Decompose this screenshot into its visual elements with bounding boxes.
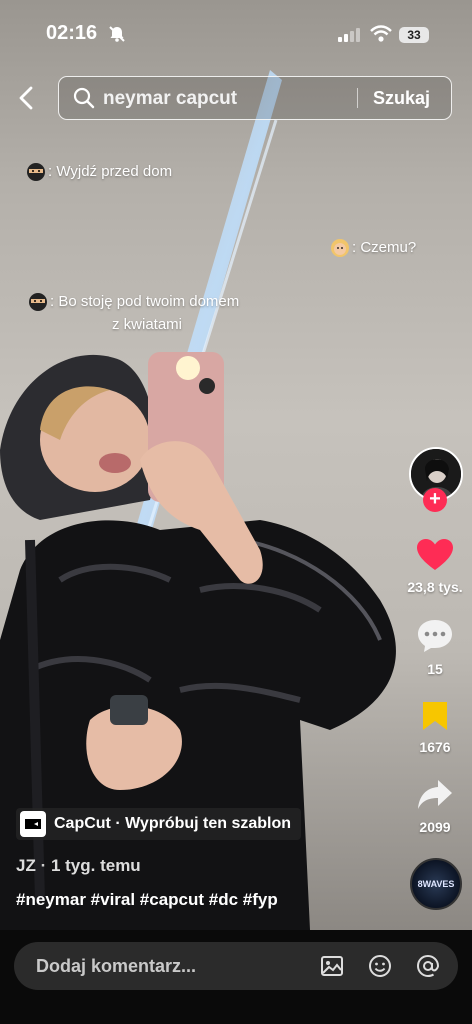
bell-muted-icon xyxy=(109,26,125,42)
save-action[interactable]: 1676 xyxy=(400,700,470,755)
hashtags[interactable]: #neymar #viral #capcut #dc #fyp xyxy=(16,890,278,910)
capcut-logo-icon xyxy=(20,811,46,837)
share-count: 2099 xyxy=(419,819,451,835)
chat-line-4: z kwiatami xyxy=(112,316,182,333)
chat-text: : Bo stoję pod twoim domem xyxy=(50,292,240,310)
search-icon xyxy=(73,87,95,109)
comment-input[interactable]: Dodaj komentarz... xyxy=(14,942,458,990)
ninja-emoji-icon xyxy=(29,293,47,311)
video-person xyxy=(0,352,396,930)
battery-indicator: 33 xyxy=(399,27,429,43)
signal-icon xyxy=(338,28,360,42)
clock: 02:16 xyxy=(46,22,98,44)
search-bar[interactable]: neymar capcut Szukaj xyxy=(58,76,452,120)
heart-icon xyxy=(417,539,453,570)
comment-count: 15 xyxy=(427,661,443,677)
comment-bar-container: Dodaj komentarz... xyxy=(0,930,472,1024)
search-query[interactable]: neymar capcut xyxy=(103,88,237,110)
comment-action[interactable]: 15 xyxy=(400,618,470,677)
chat-text: z kwiatami xyxy=(112,316,183,333)
share-arrow-icon xyxy=(418,780,452,809)
comment-placeholder: Dodaj komentarz... xyxy=(36,956,197,976)
girl-emoji-icon xyxy=(331,239,349,257)
music-disc[interactable]: 8WAVES xyxy=(410,858,462,910)
bookmark-icon xyxy=(423,702,447,730)
chat-line-1: : Wyjdź przed dom xyxy=(26,162,172,182)
like-action[interactable]: 23,8 tys. xyxy=(400,538,470,595)
chat-line-3: : Bo stoję pod twoim domem xyxy=(28,292,239,312)
status-bar: 02:16 33 xyxy=(0,0,472,70)
author-separator: · xyxy=(35,856,51,875)
follow-plus-button[interactable]: + xyxy=(423,488,447,512)
save-count: 1676 xyxy=(419,739,451,755)
comment-bubble-icon xyxy=(418,620,452,652)
share-action[interactable]: 2099 xyxy=(400,778,470,835)
capcut-template-badge[interactable]: CapCut · Wypróbuj ten szablon xyxy=(16,808,302,840)
chat-text: : Wyjdź przed dom xyxy=(48,162,173,180)
search-button[interactable]: Szukaj xyxy=(373,88,430,109)
ninja-emoji-icon xyxy=(27,163,45,181)
author-name[interactable]: JZ xyxy=(16,856,36,875)
like-count: 23,8 tys. xyxy=(407,579,463,595)
capcut-label: CapCut · Wypróbuj ten szablon xyxy=(54,815,292,832)
chat-line-2: : Czemu? xyxy=(330,238,416,258)
emoji-icon[interactable] xyxy=(368,954,392,978)
video-screen: 02:16 33 neymar capcut Szukaj: Wyjdź pr… xyxy=(0,0,472,1024)
music-disc-label: 8WAVES xyxy=(417,879,455,889)
image-icon[interactable] xyxy=(320,954,344,978)
chat-text: : Czemu? xyxy=(352,238,417,256)
post-time: 1 tyg. temu xyxy=(50,856,141,875)
mention-icon[interactable] xyxy=(416,954,440,978)
back-arrow-icon[interactable] xyxy=(16,86,38,110)
search-divider xyxy=(357,88,358,108)
wifi-icon xyxy=(370,25,392,42)
author-line[interactable]: JZ · 1 tyg. temu xyxy=(16,856,141,876)
